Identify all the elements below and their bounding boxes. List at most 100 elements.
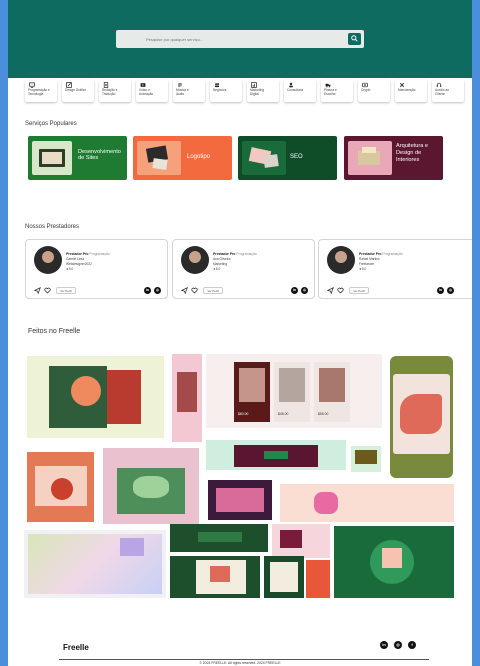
provider-name: Prestador Pro Programação [359, 252, 403, 256]
provider-tag: Programação [236, 252, 257, 256]
instagram-icon[interactable]: ◎ [447, 287, 454, 294]
provider-rating: ★5.0 [359, 267, 367, 271]
provider-title: Prestador Pro [359, 252, 382, 256]
hero-banner [8, 0, 472, 78]
services-title: Serviços Populares [25, 121, 77, 127]
search-input[interactable] [116, 30, 342, 48]
gallery-item[interactable] [24, 530, 166, 598]
category-consultoria[interactable]: Consultoria [284, 80, 316, 102]
send-icon[interactable] [181, 287, 188, 294]
gallery-item[interactable] [306, 560, 330, 598]
gallery-item[interactable] [208, 480, 272, 520]
category-manutencao[interactable]: Manutenção [395, 80, 427, 102]
send-icon[interactable] [34, 287, 41, 294]
provider-card: Prestador Pro Programação Rafael Martins… [318, 239, 472, 299]
service-card-arquitetura[interactable]: Arquitetura e Design de Interiores [344, 136, 443, 180]
service-thumbnail [242, 141, 286, 175]
gallery-item[interactable] [280, 484, 454, 522]
provider-title: Prestador Pro [213, 252, 236, 256]
linkedin-icon[interactable]: in [380, 641, 388, 649]
category-design[interactable]: Design Gráfico [62, 80, 94, 102]
service-card-sites[interactable]: Desenvolvimento de Sites [28, 136, 127, 180]
gallery-item[interactable] [170, 556, 260, 598]
provider-tag: Programação [382, 252, 403, 256]
category-label: Vídeo e Animação [139, 88, 154, 96]
gallery-item[interactable]: $60.00 $45.00 $55.00 [206, 354, 382, 428]
category-marketing[interactable]: Marketing Digital [247, 80, 279, 102]
service-thumbnail [348, 141, 392, 175]
category-redacao[interactable]: Redação e Tradução [99, 80, 131, 102]
price-label: $45.00 [278, 412, 289, 416]
provider-info: Marketing [213, 262, 227, 266]
gallery-item[interactable] [103, 448, 199, 524]
service-label: SEO [290, 154, 303, 160]
footer-divider [59, 659, 429, 660]
instagram-icon[interactable]: ◎ [301, 287, 308, 294]
gallery-item[interactable] [172, 354, 202, 442]
page: Programação e Tecnologia Design Gráfico … [8, 0, 472, 666]
provider-info: Webdesigner2022 [66, 262, 92, 266]
copyright-text: © 2024 FREELLE. All rights reserved. 202… [199, 661, 281, 665]
provider-info: Ana Oliveira [213, 257, 231, 261]
service-label: Desenvolvimento de Sites [78, 149, 121, 162]
gallery-item[interactable] [170, 524, 268, 552]
category-label: Crypto [361, 88, 371, 92]
category-musica[interactable]: Música e Áudio [173, 80, 205, 102]
gallery-title: Feitos no Freelle [28, 328, 81, 335]
provider-rating: ★5.0 [66, 267, 74, 271]
category-label: Pintura e Escolha [324, 88, 337, 96]
view-profile-button[interactable]: Ver Perfil [203, 287, 223, 294]
service-label: Arquitetura e Design de Interiores [396, 143, 429, 163]
category-crypto[interactable]: Crypto [358, 80, 390, 102]
search-bar [116, 30, 364, 48]
send-icon[interactable] [327, 287, 334, 294]
provider-name: Prestador Pro Programação [66, 252, 110, 256]
service-card-seo[interactable]: SEO [238, 136, 337, 180]
linkedin-icon[interactable]: in [291, 287, 298, 294]
linkedin-icon[interactable]: in [144, 287, 151, 294]
category-label: Consultoria [287, 88, 304, 92]
gallery-item[interactable] [206, 440, 346, 470]
category-programacao[interactable]: Programação e Tecnologia [25, 80, 57, 102]
search-button[interactable] [348, 33, 361, 45]
service-thumbnail [137, 141, 181, 175]
category-negocios[interactable]: Negócios [210, 80, 242, 102]
category-label: Marketing Digital [250, 88, 264, 96]
category-pintura[interactable]: Pintura e Escolha [321, 80, 353, 102]
gallery-item[interactable] [334, 526, 454, 598]
category-label: Design Gráfico [65, 88, 87, 92]
search-icon [351, 35, 358, 42]
heart-icon[interactable] [44, 287, 51, 294]
gallery-item[interactable] [351, 446, 381, 472]
category-bar: Programação e Tecnologia Design Gráfico … [25, 80, 465, 102]
price-label: $55.00 [318, 412, 329, 416]
gallery-item[interactable] [27, 356, 164, 438]
instagram-icon[interactable]: ◎ [154, 287, 161, 294]
instagram-icon[interactable]: ◎ [394, 641, 402, 649]
view-profile-button[interactable]: Ver Perfil [349, 287, 369, 294]
provider-info: Rafael Martins [359, 257, 380, 261]
gallery-item[interactable] [272, 524, 330, 558]
heart-icon[interactable] [191, 287, 198, 294]
provider-actions: Ver Perfil in ◎ [34, 287, 161, 295]
avatar [327, 246, 355, 274]
category-auxilio[interactable]: Auxílio ao Cliente [432, 80, 464, 102]
linkedin-icon[interactable]: in [437, 287, 444, 294]
providers-title: Nossos Prestadores [25, 224, 80, 230]
provider-tag: Programação [89, 252, 110, 256]
service-label: Logotipo [187, 154, 211, 160]
gallery-item[interactable] [27, 452, 94, 522]
facebook-icon[interactable]: f [408, 641, 416, 649]
gallery-item[interactable] [390, 356, 453, 478]
category-video[interactable]: Vídeo e Animação [136, 80, 168, 102]
gallery-item[interactable] [264, 556, 304, 598]
service-thumbnail [32, 141, 72, 175]
service-card-logotipo[interactable]: Logotipo [133, 136, 232, 180]
provider-rating: ★5.0 [213, 267, 221, 271]
view-profile-button[interactable]: Ver Perfil [56, 287, 76, 294]
heart-icon[interactable] [337, 287, 344, 294]
provider-name: Prestador Pro Programação [213, 252, 257, 256]
provider-actions: Ver Perfil in ◎ [327, 287, 454, 295]
provider-actions: Ver Perfil in ◎ [181, 287, 308, 295]
footer-brand[interactable]: Freelle [63, 643, 89, 652]
